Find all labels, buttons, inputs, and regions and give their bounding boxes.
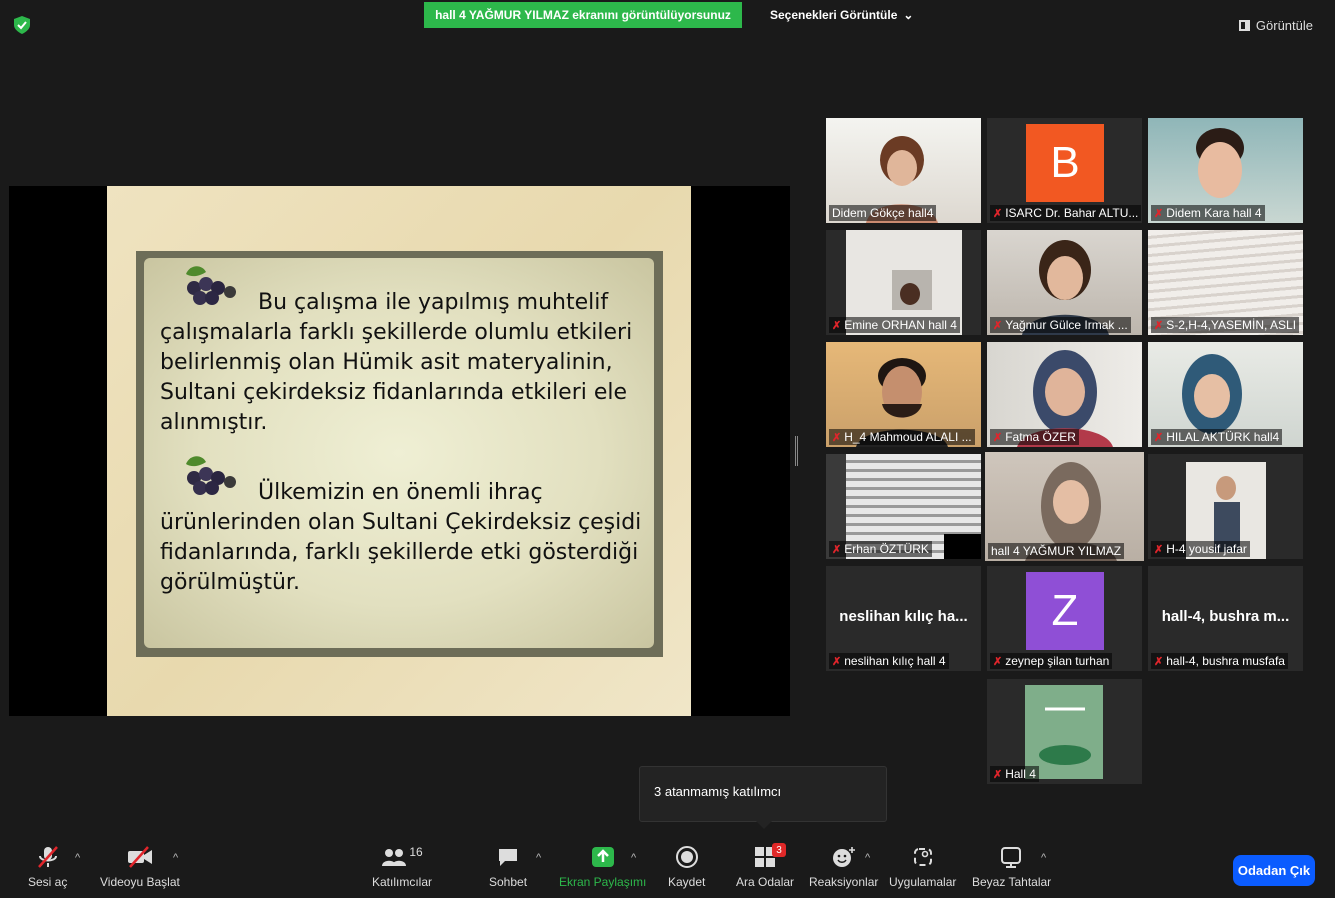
participant-name: ✗ Didem Kara hall 4	[1151, 205, 1265, 221]
chevron-down-icon: ⌄	[903, 8, 914, 22]
participant-avatar: B	[1026, 124, 1104, 202]
whiteboard-icon	[1000, 845, 1024, 869]
unmute-button[interactable]: Sesi aç	[28, 845, 67, 889]
participant-tile[interactable]: ✗ H_4 Mahmoud ALALI ...	[826, 342, 981, 447]
participant-tile[interactable]: ✗ Didem Kara hall 4	[1148, 118, 1303, 223]
layout-icon	[1238, 20, 1250, 31]
mic-muted-icon: ✗	[993, 207, 1003, 220]
participant-tile[interactable]: ✗ Emine ORHAN hall 4	[826, 230, 981, 335]
participant-name: ✗ Fatma ÖZER	[990, 429, 1079, 445]
breakout-rooms-button[interactable]: 3 Ara Odalar	[736, 843, 795, 889]
participant-tile[interactable]: hall-4, bushra m... ✗ hall-4, bushra musf…	[1148, 566, 1303, 671]
share-screen-icon	[591, 845, 615, 869]
apps-label: Uygulamalar	[889, 875, 957, 889]
smiley-icon	[832, 845, 856, 869]
video-off-icon	[126, 845, 154, 869]
participant-tile-active-speaker[interactable]: hall 4 YAĞMUR YILMAZ	[985, 452, 1144, 561]
audio-options-caret[interactable]: ^	[75, 852, 80, 864]
start-video-button[interactable]: Videoyu Başlat	[100, 845, 180, 889]
participant-tile[interactable]: ✗ S-2,H-4,YASEMİN, ASLI	[1148, 230, 1303, 335]
participant-tile[interactable]: ✗ Erhan ÖZTÜRK	[826, 454, 981, 559]
unmute-label: Sesi aç	[28, 875, 68, 889]
mic-muted-icon: ✗	[993, 655, 1003, 668]
participant-name: ✗ zeynep şilan turhan	[990, 653, 1113, 669]
apps-button[interactable]: Uygulamalar	[889, 845, 956, 889]
start-video-label: Videoyu Başlat	[100, 875, 180, 889]
screen-share-banner: hall 4 YAĞMUR YILMAZ ekranını görüntülüy…	[424, 2, 742, 28]
record-button[interactable]: Kaydet	[668, 845, 705, 889]
participants-label: Katılımcılar	[372, 875, 433, 889]
participant-name: ✗ H-4 yousif jafar	[1151, 541, 1250, 557]
mic-muted-icon: ✗	[1154, 431, 1164, 444]
reactions-label: Reaksiyonlar	[809, 875, 879, 889]
mic-off-icon	[37, 845, 59, 869]
participant-name: hall 4 YAĞMUR YILMAZ	[988, 543, 1125, 559]
participant-name: Didem Gökçe hall4	[829, 205, 937, 221]
mic-muted-icon: ✗	[993, 768, 1003, 781]
participants-count: 16	[409, 845, 423, 859]
mic-muted-icon: ✗	[832, 431, 842, 444]
record-label: Kaydet	[668, 875, 706, 889]
whiteboards-button[interactable]: Beyaz Tahtalar	[972, 845, 1051, 889]
mic-muted-icon: ✗	[1154, 319, 1164, 332]
participant-name: ✗ HILAL AKTÜRK hall4	[1151, 429, 1283, 445]
participant-tile[interactable]: ✗ HILAL AKTÜRK hall4	[1148, 342, 1303, 447]
whiteboards-label: Beyaz Tahtalar	[972, 875, 1052, 889]
participant-tile[interactable]: ✗ Yağmur Gülce Irmak ...	[987, 230, 1142, 335]
security-shield-icon[interactable]	[14, 16, 30, 34]
mic-muted-icon: ✗	[993, 319, 1003, 332]
apps-icon	[912, 845, 934, 869]
participant-display-name: neslihan kılıç ha...	[839, 608, 968, 625]
view-button-label: Görüntüle	[1255, 18, 1313, 33]
participant-name: ✗ Emine ORHAN hall 4	[829, 317, 960, 333]
participant-name: ✗ H_4 Mahmoud ALALI ...	[829, 429, 975, 445]
participant-name: ✗ Yağmur Gülce Irmak ...	[990, 317, 1131, 333]
reactions-options-caret[interactable]: ^	[865, 852, 870, 864]
breakout-rooms-label: Ara Odalar	[736, 875, 795, 889]
mic-muted-icon: ✗	[832, 655, 842, 668]
participant-tile[interactable]: Didem Gökçe hall4	[826, 118, 981, 223]
participant-tile[interactable]: B ✗ ISARC Dr. Bahar ALTU...	[987, 118, 1142, 223]
panel-resize-handle[interactable]	[795, 436, 798, 466]
chat-options-caret[interactable]: ^	[536, 852, 541, 864]
video-options-caret[interactable]: ^	[173, 852, 178, 864]
share-options-caret[interactable]: ^	[631, 852, 636, 864]
unassigned-participants-tooltip: 3 atanmamış katılımcı	[639, 766, 887, 829]
participant-name: ✗ Hall 4	[990, 766, 1039, 782]
view-button[interactable]: Görüntüle	[1238, 18, 1313, 33]
mic-muted-icon: ✗	[993, 431, 1003, 444]
participant-tile[interactable]: neslihan kılıç ha... ✗ neslihan kılıç hal…	[826, 566, 981, 671]
whiteboard-options-caret[interactable]: ^	[1041, 852, 1046, 864]
participant-name: ✗ hall-4, bushra musfafa	[1151, 653, 1288, 669]
chat-button[interactable]: Sohbet	[489, 845, 527, 889]
mic-muted-icon: ✗	[1154, 655, 1164, 668]
participant-tile[interactable]: ✗ H-4 yousif jafar	[1148, 454, 1303, 559]
chat-icon	[497, 845, 519, 869]
view-options-label: Seçenekleri Görüntüle	[770, 8, 898, 22]
mic-muted-icon: ✗	[832, 543, 842, 556]
view-options-dropdown[interactable]: Seçenekleri Görüntüle ⌄	[770, 8, 913, 22]
slide-bullet-2: Ülkemizin en önemli ihraç ürünlerinden o…	[160, 480, 642, 595]
mic-muted-icon: ✗	[832, 319, 842, 332]
record-icon	[675, 845, 698, 869]
participant-name: ✗ ISARC Dr. Bahar ALTU...	[990, 205, 1141, 221]
participant-display-name: hall-4, bushra m...	[1161, 608, 1290, 625]
slide-bullet-1: Bu çalışma ile yapılmış muhtelif çalışma…	[160, 290, 633, 435]
breakout-badge: 3	[772, 843, 787, 857]
breakout-rooms-icon: 3	[754, 843, 787, 869]
mic-muted-icon: ✗	[1154, 543, 1164, 556]
participant-tile[interactable]: ✗ Hall 4	[987, 679, 1142, 784]
participant-name: ✗ Erhan ÖZTÜRK	[829, 541, 932, 557]
chat-label: Sohbet	[489, 875, 528, 889]
share-screen-label: Ekran Paylaşımı	[559, 875, 647, 889]
participant-name: ✗ S-2,H-4,YASEMİN, ASLI	[1151, 317, 1300, 333]
participant-tile[interactable]: ✗ Fatma ÖZER	[987, 342, 1142, 447]
participant-avatar: Z	[1026, 572, 1104, 650]
leave-meeting-button[interactable]: Odadan Çık	[1233, 855, 1315, 886]
participant-name: ✗ neslihan kılıç hall 4	[829, 653, 949, 669]
mic-muted-icon: ✗	[1154, 207, 1164, 220]
participants-button[interactable]: 16 Katılımcılar	[372, 845, 432, 889]
participant-tile[interactable]: Z ✗ zeynep şilan turhan	[987, 566, 1142, 671]
participants-icon: 16	[381, 845, 423, 869]
